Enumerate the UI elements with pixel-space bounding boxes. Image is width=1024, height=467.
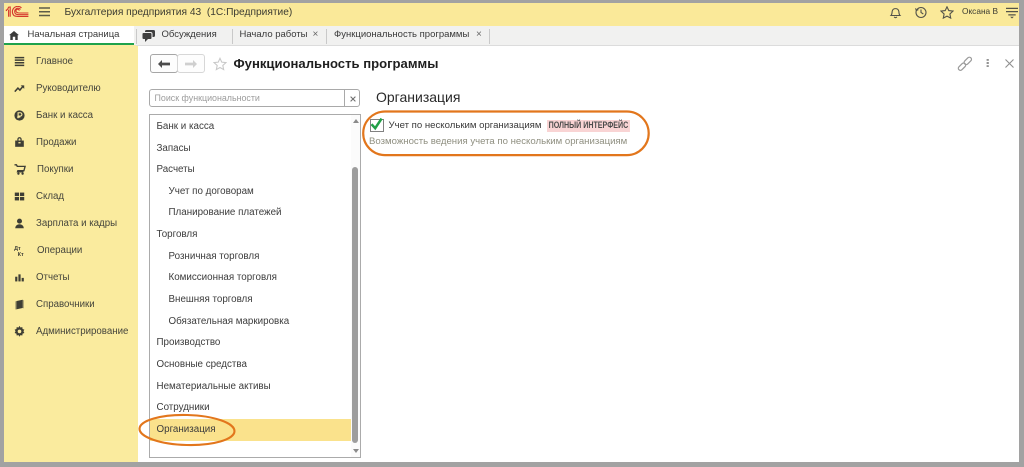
svg-text:Кт: Кт [18,252,24,256]
svg-text:Дт: Дт [14,246,21,252]
